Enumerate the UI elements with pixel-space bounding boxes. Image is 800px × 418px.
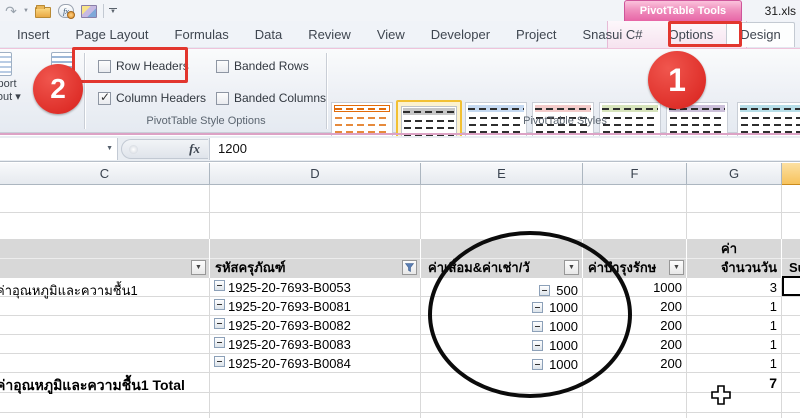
tab-data[interactable]: Data <box>242 23 295 47</box>
tab-project[interactable]: Project <box>503 23 569 47</box>
column-header-g[interactable]: G <box>687 163 782 185</box>
cell-d[interactable]: 1925-20-7693-B0083 <box>210 335 421 353</box>
check-icon: ✓ <box>100 90 110 104</box>
annotation-box-design-tab <box>668 21 742 47</box>
column-header-h-selected[interactable] <box>782 163 800 185</box>
cell-g-total[interactable]: 7 <box>687 373 782 397</box>
formula-bar-capsule: fx <box>121 139 208 159</box>
pivot-header-row: ▼ รหัสครุภัณฑ์ ค่าเสื่อม&ค่าเช่า/วั ▼ ค่… <box>0 239 800 278</box>
cell-c-total[interactable]: ค่าอุณหภูมิและความชื้น1 Total <box>0 373 210 397</box>
report-layout-icon <box>0 52 12 76</box>
pivottable-tools-label: PivotTable Tools <box>624 0 742 21</box>
cell-c[interactable] <box>0 297 210 315</box>
annotation-ellipse-column-e <box>428 231 632 398</box>
title-bar: ↷ ▼ fx ▼ PivotTable Tools 31.xls <box>0 0 800 21</box>
pivot-header-cell-h: Su <box>782 239 800 278</box>
active-cell-border[interactable] <box>782 276 800 296</box>
annotation-badge-1: 1 <box>648 51 706 109</box>
cell-g[interactable]: 1 <box>687 335 782 353</box>
cell-g[interactable]: 1 <box>687 354 782 372</box>
checkbox-banded-columns[interactable]: Banded Columns <box>216 91 326 105</box>
cell-c[interactable] <box>0 335 210 353</box>
filter-dropdown-button[interactable]: ▼ <box>191 260 206 275</box>
filter-funnel-button[interactable] <box>402 260 417 275</box>
checkbox-box <box>216 92 229 105</box>
column-header-f[interactable]: F <box>583 163 687 185</box>
cell-d[interactable] <box>210 373 421 397</box>
collapse-icon[interactable] <box>214 280 225 291</box>
tab-developer[interactable]: Developer <box>418 23 503 47</box>
tab-page-layout[interactable]: Page Layout <box>63 23 162 47</box>
collapse-icon[interactable] <box>214 337 225 348</box>
group-label-pivot-styles: PivotTable Styles <box>330 115 800 127</box>
document-title: 31.xls <box>765 4 796 18</box>
gridline <box>0 212 800 213</box>
cell-d[interactable]: 1925-20-7693-B0084 <box>210 354 421 372</box>
checkbox-banded-rows[interactable]: Banded Rows <box>216 59 309 73</box>
cell-h[interactable] <box>782 335 800 353</box>
cell-h[interactable] <box>782 354 800 372</box>
collapse-icon[interactable] <box>214 299 225 310</box>
name-box[interactable]: ▼ <box>0 138 118 160</box>
qat-separator <box>103 4 104 18</box>
cell-h[interactable] <box>782 297 800 315</box>
filter-dropdown-button[interactable]: ▼ <box>669 260 684 275</box>
quick-access-toolbar: ↷ ▼ fx ▼ <box>2 2 117 20</box>
cell-g[interactable]: 1 <box>687 316 782 334</box>
worksheet: C D E F G ▼ รหัสครุภัณฑ์ <box>0 163 800 418</box>
pivot-data-row: 1925-20-7693-B0084 1000 200 1 <box>0 354 800 373</box>
tab-snasui[interactable]: Snasui C# <box>570 23 656 47</box>
cell-d[interactable]: 1925-20-7693-B0081 <box>210 297 421 315</box>
checkbox-box: ✓ <box>98 92 111 105</box>
annotation-badge-2: 2 <box>33 64 83 114</box>
cell-f[interactable] <box>583 373 687 397</box>
collapse-icon[interactable] <box>214 318 225 329</box>
group-label-style-options: PivotTable Style Options <box>90 115 322 127</box>
pivot-data-row: ค่าอุณหภูมิและความชื้น1 1925-20-7693-B00… <box>0 278 800 297</box>
tab-review[interactable]: Review <box>295 23 364 47</box>
cell-h[interactable] <box>782 373 800 397</box>
group-separator <box>326 53 327 129</box>
collapse-icon[interactable] <box>214 356 225 367</box>
redo-dropdown-icon[interactable]: ▼ <box>23 8 29 14</box>
cell-c[interactable] <box>0 316 210 334</box>
tab-formulas[interactable]: Formulas <box>162 23 242 47</box>
column-header-strip: C D E F G <box>0 163 800 185</box>
pivot-header-cell-d: รหัสครุภัณฑ์ <box>210 239 421 278</box>
open-folder-icon[interactable] <box>34 3 52 19</box>
checkbox-column-headers[interactable]: ✓ Column Headers <box>98 91 206 105</box>
cell-d[interactable]: 1925-20-7693-B0082 <box>210 316 421 334</box>
cell-g[interactable]: 1 <box>687 297 782 315</box>
pivot-data-row: 1925-20-7693-B0082 1000 200 1 <box>0 316 800 335</box>
ribbon-bottom-border <box>0 133 800 135</box>
pivot-header-cell-c: ▼ <box>0 239 210 278</box>
formula-bar: ▼ fx 1200 <box>0 136 800 162</box>
name-box-dropdown-icon[interactable]: ▼ <box>106 145 113 152</box>
tab-insert[interactable]: Insert <box>4 23 63 47</box>
column-header-e[interactable]: E <box>421 163 583 185</box>
tab-view[interactable]: View <box>364 23 418 47</box>
report-layout-button[interactable]: Report Layout ▾ <box>0 52 36 104</box>
column-header-d[interactable]: D <box>210 163 421 185</box>
excel-window: ↷ ▼ fx ▼ PivotTable Tools 31.xls Insert … <box>0 0 800 418</box>
cell-h[interactable] <box>782 316 800 334</box>
cell-cursor-icon <box>710 384 732 406</box>
picture-icon[interactable] <box>80 3 98 19</box>
pivot-data-row: 1925-20-7693-B0083 1000 200 1 <box>0 335 800 354</box>
annotation-box-row-headers <box>72 47 188 83</box>
formula-input[interactable]: 1200 <box>209 138 800 160</box>
pivot-total-row: ค่าอุณหภูมิและความชื้น1 Total 7 <box>0 373 800 393</box>
formula-bar-dot-icon <box>129 145 138 154</box>
cell-c[interactable] <box>0 354 210 372</box>
pivot-data-row: 1925-20-7693-B0081 1000 200 1 <box>0 297 800 316</box>
customize-qat-icon[interactable]: ▼ <box>109 8 117 15</box>
filter-funnel-icon <box>405 263 414 272</box>
insert-function-icon[interactable]: fx <box>57 3 75 19</box>
fx-icon[interactable]: fx <box>189 141 200 157</box>
pivot-header-cell-g: ค่า จำนวนวัน <box>687 239 782 278</box>
column-header-c[interactable]: C <box>0 163 210 185</box>
redo-icon[interactable]: ↷ <box>2 3 20 19</box>
checkbox-box <box>216 60 229 73</box>
gridline <box>0 412 800 413</box>
